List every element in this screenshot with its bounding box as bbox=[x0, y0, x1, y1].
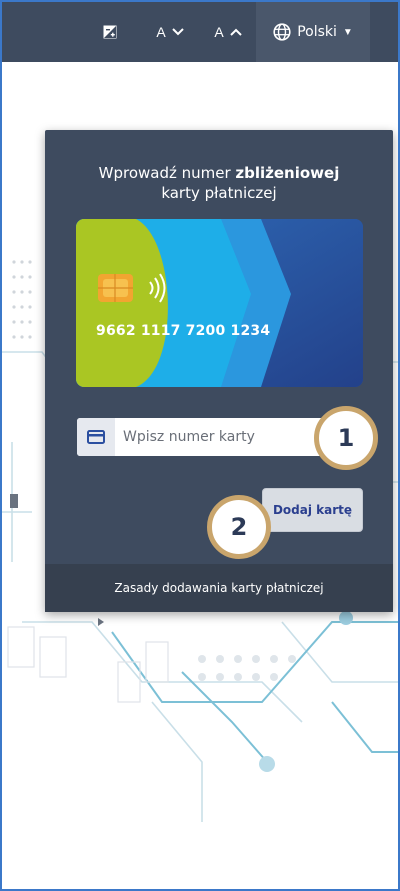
credit-card-icon bbox=[87, 430, 105, 444]
caret-down-icon: ▼ bbox=[342, 26, 353, 38]
font-increase-button[interactable]: A bbox=[202, 2, 254, 62]
prompt-suffix: karty płatniczej bbox=[161, 184, 277, 202]
font-increase-label: A bbox=[214, 24, 224, 40]
card-prompt: Wprowadź numer zbliżeniowej karty płatni… bbox=[45, 163, 393, 203]
chevron-up-icon bbox=[229, 28, 242, 36]
font-decrease-button[interactable]: A bbox=[142, 2, 198, 62]
card-graphic bbox=[76, 219, 363, 387]
top-toolbar: A A Polski ▼ bbox=[2, 2, 398, 62]
language-label: Polski bbox=[297, 24, 337, 40]
page-frame: A A Polski ▼ Wprowadź numer zbliżeniowej… bbox=[0, 0, 400, 891]
chevron-down-icon bbox=[171, 28, 184, 36]
step-marker-2: 2 bbox=[207, 495, 271, 559]
language-selector[interactable]: Polski ▼ bbox=[256, 2, 370, 62]
card-rules-link[interactable]: Zasady dodawania karty płatniczej bbox=[45, 564, 393, 612]
credit-card-icon-box bbox=[77, 418, 115, 456]
step-marker-1: 1 bbox=[314, 406, 378, 470]
prompt-prefix: Wprowadź numer bbox=[98, 164, 236, 182]
contrast-icon bbox=[103, 25, 117, 39]
font-decrease-label: A bbox=[156, 24, 166, 40]
payment-card-illustration: 9662 1117 7200 1234 bbox=[76, 219, 363, 387]
globe-icon bbox=[273, 23, 291, 41]
add-card-button[interactable]: Dodaj kartę bbox=[262, 488, 363, 532]
card-number: 9662 1117 7200 1234 bbox=[96, 323, 271, 339]
contrast-button[interactable] bbox=[90, 2, 130, 62]
prompt-bold: zbliżeniowej bbox=[235, 164, 340, 182]
